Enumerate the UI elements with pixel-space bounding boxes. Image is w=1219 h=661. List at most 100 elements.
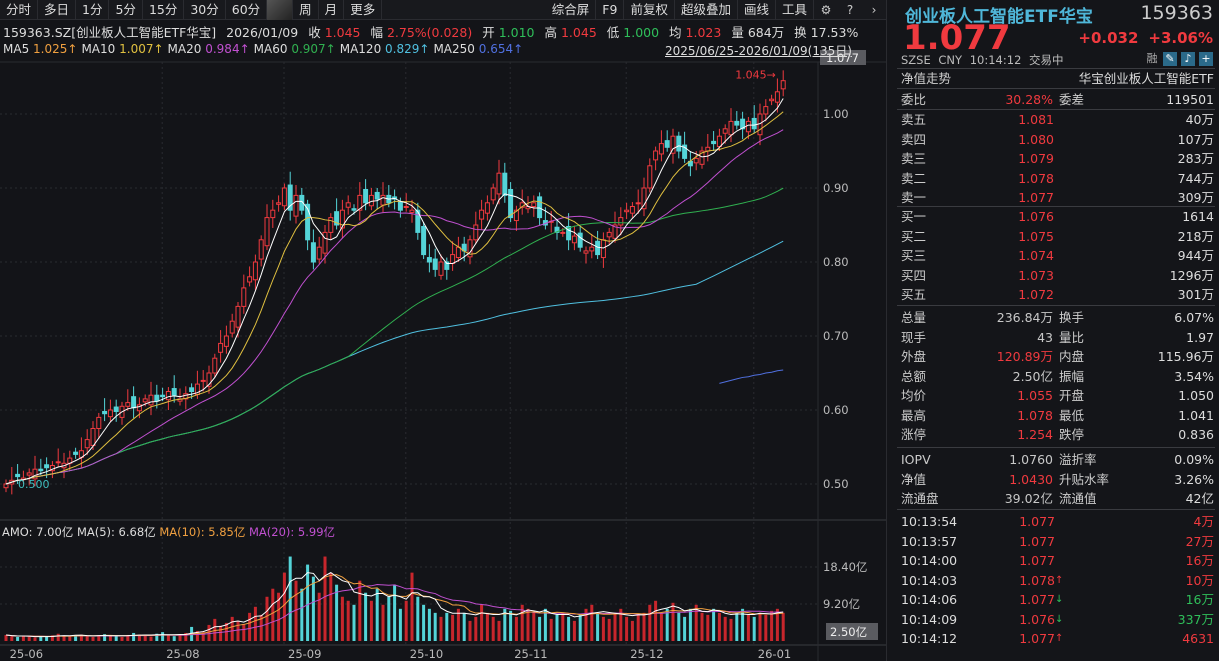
- candle-body: [509, 189, 513, 217]
- tick-price: 1.077: [981, 532, 1055, 551]
- ma-item-ma10: MA10 1.007↑: [81, 42, 163, 56]
- volume-bar: [231, 617, 234, 641]
- stat-label-2: 振幅: [1059, 367, 1129, 386]
- grid: [0, 62, 818, 645]
- volume-bar: [660, 613, 663, 641]
- volume-bar: [115, 636, 118, 641]
- vol-label: 量: [731, 25, 744, 40]
- add-icon[interactable]: +: [1199, 52, 1213, 66]
- period-tab-10[interactable]: 更多: [344, 0, 382, 20]
- tick-time: 10:13:57: [901, 532, 981, 551]
- security-title: 159363.SZ[创业板人工智能ETF华宝]: [3, 25, 216, 40]
- candle-body: [149, 395, 153, 405]
- volume-bar: [57, 634, 60, 641]
- volume-bar: [254, 607, 257, 641]
- volume-bar: [416, 597, 419, 641]
- volume-bar: [237, 621, 240, 641]
- volume-bar: [92, 637, 95, 641]
- volume-bar: [341, 597, 344, 641]
- volume-bar: [672, 603, 675, 641]
- margin-badge: 融: [1145, 52, 1159, 66]
- ma5-line: [6, 98, 783, 484]
- ma-item-ma5: MA5 1.025↑: [3, 42, 77, 56]
- level-label: 卖一: [901, 188, 941, 207]
- period-tab-9[interactable]: 月: [319, 0, 345, 20]
- volume-bar: [608, 619, 611, 641]
- volume-bar: [486, 613, 489, 641]
- period-tab-3[interactable]: 5分: [109, 0, 142, 20]
- candle-body: [381, 195, 385, 205]
- candle-body: [103, 411, 107, 413]
- stat-label: 现手: [901, 328, 941, 347]
- level-label: 卖二: [901, 169, 941, 188]
- bids-row: 买一1.0761614: [901, 207, 1214, 226]
- toolbar-btn-3[interactable]: 超级叠加: [675, 0, 738, 20]
- period-tab-6[interactable]: 60分: [226, 0, 267, 20]
- tick-arrow-icon: ↓: [1055, 610, 1069, 629]
- weicha-label: 委差: [1059, 90, 1129, 109]
- volume-bar: [556, 615, 559, 641]
- stat-value: 1.254: [941, 425, 1053, 444]
- amount-legend: AMO: 7.00亿 MA(5): 6.68亿 MA(10): 5.85亿 MA…: [2, 524, 335, 540]
- candle-body: [16, 474, 20, 476]
- tick-arrow-icon: ↑: [1055, 571, 1069, 590]
- toolbar-btn-2[interactable]: 前复权: [624, 0, 675, 20]
- volume-bar: [498, 621, 501, 641]
- stats-row: 现手43量比1.97: [901, 328, 1214, 347]
- candle-body: [317, 247, 321, 259]
- candle-body: [717, 136, 721, 146]
- toolbar-btn-0[interactable]: 综合屏: [546, 0, 597, 20]
- avg-label: 均: [669, 25, 682, 40]
- edit-icon[interactable]: ✎: [1163, 52, 1177, 66]
- chevron-right-icon[interactable]: ›: [862, 3, 886, 17]
- level-price: 1.081: [941, 110, 1054, 129]
- high-annotation: 1.045→: [735, 69, 776, 82]
- ma20-line: [6, 130, 783, 484]
- tick-time: 10:14:06: [901, 590, 981, 609]
- nav-trend-link[interactable]: 净值走势: [901, 69, 981, 88]
- volume-bar: [764, 615, 767, 641]
- candle-body: [712, 141, 716, 143]
- period-tab-0[interactable]: 分时: [0, 0, 38, 20]
- volume-bar: [677, 613, 680, 641]
- period-tab-8[interactable]: 周: [293, 0, 319, 20]
- volume-bar: [422, 605, 425, 641]
- period-tab-7[interactable]: [267, 0, 293, 20]
- period-tab-4[interactable]: 15分: [143, 0, 184, 20]
- period-toolbar: 分时多日1分5分15分30分60分 周月更多 综合屏F9前复权超级叠加画线工具⚙?›: [0, 0, 886, 20]
- date-range[interactable]: 2025/06/25-2026/01/09(135日): [665, 42, 852, 59]
- stats-row: 外盘120.89万内盘115.96万: [901, 347, 1214, 366]
- period-tab-2[interactable]: 1分: [76, 0, 109, 20]
- toolbar-btn-1[interactable]: F9: [596, 0, 624, 20]
- candle-body: [190, 388, 194, 392]
- bell-icon[interactable]: ♪: [1181, 52, 1195, 66]
- price-tick-label: 0.60: [823, 403, 849, 417]
- volume-bar: [532, 613, 535, 641]
- candle-body: [485, 203, 489, 213]
- ma-item-ma250: MA250 0.654↑: [433, 42, 523, 56]
- period-tab-1[interactable]: 多日: [38, 0, 76, 20]
- ma10-line: [6, 112, 783, 484]
- amo-ma20: MA(20): 5.99亿: [249, 525, 335, 539]
- help-icon[interactable]: ?: [838, 3, 862, 17]
- toolbar-btn-5[interactable]: 工具: [776, 0, 814, 20]
- x-tick-label: 25-08: [166, 647, 199, 661]
- candle-body: [97, 417, 101, 428]
- low-value: 1.000: [623, 25, 659, 40]
- x-tick-label: 25-09: [288, 647, 321, 661]
- level-label: 卖五: [901, 110, 941, 129]
- candle-body: [572, 236, 576, 243]
- bids-row: 买五1.072301万: [901, 285, 1214, 304]
- volume-bar: [712, 609, 715, 641]
- volume-bar: [208, 625, 211, 641]
- volume-bar: [179, 635, 182, 641]
- stat-label-2: 最低: [1059, 406, 1129, 425]
- gear-icon[interactable]: ⚙: [814, 3, 838, 17]
- kline-chart[interactable]: 1.000.900.800.700.600.5018.40亿9.20亿1.077…: [0, 0, 886, 661]
- period-tab-5[interactable]: 30分: [184, 0, 225, 20]
- volume-bar: [266, 597, 269, 641]
- candle-body: [126, 403, 130, 407]
- candle-body: [474, 225, 478, 240]
- volume-bar: [161, 632, 164, 641]
- toolbar-btn-4[interactable]: 画线: [738, 0, 776, 20]
